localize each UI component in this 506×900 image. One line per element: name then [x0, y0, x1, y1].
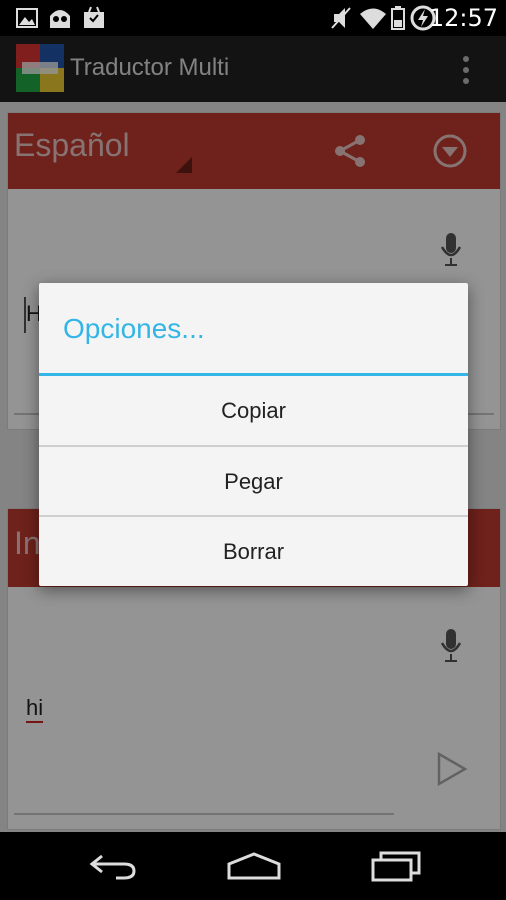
battery-icon: [391, 6, 405, 30]
status-time: 12:57: [428, 4, 498, 32]
copy-option[interactable]: Copiar: [39, 376, 468, 445]
android-notification-icon: [50, 10, 70, 28]
shopping-notification-icon: [84, 6, 104, 28]
volume-muted-icon: [331, 7, 351, 29]
navigation-bar: [0, 832, 506, 900]
delete-option[interactable]: Borrar: [39, 517, 468, 586]
home-icon[interactable]: [226, 852, 282, 880]
wifi-icon: [360, 8, 386, 29]
paste-option[interactable]: Pegar: [39, 447, 468, 516]
recent-apps-icon[interactable]: [370, 850, 422, 882]
gallery-notification-icon: [16, 8, 38, 28]
options-dialog: Opciones... Copiar Pegar Borrar: [39, 283, 468, 586]
dialog-title: Opciones...: [63, 313, 205, 344]
status-bar: 12:57: [0, 0, 506, 36]
back-icon[interactable]: [88, 852, 138, 880]
